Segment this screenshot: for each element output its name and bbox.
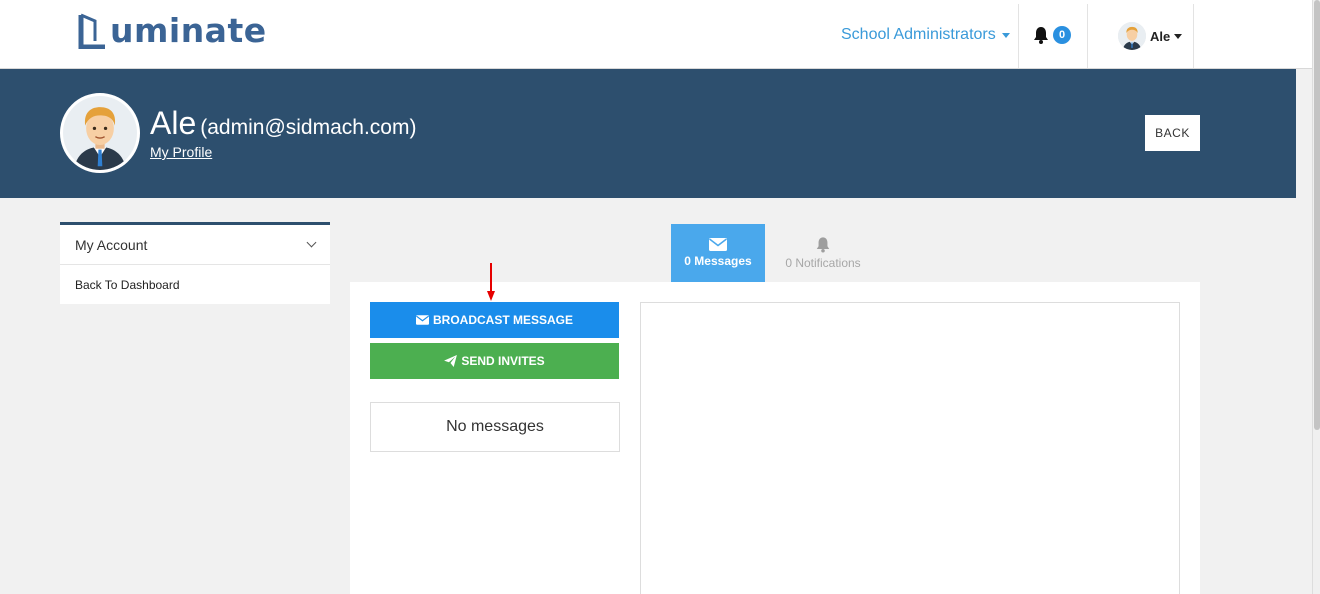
nav-divider [1193,4,1194,68]
page-scrollbar[interactable] [1312,0,1320,594]
sidebar-item-label: Back To Dashboard [75,277,180,292]
profile-email: (admin@sidmach.com) [200,116,417,139]
back-button[interactable]: BACK [1145,115,1200,151]
role-dropdown[interactable]: School Administrators [841,26,1010,44]
send-invites-label: SEND INVITES [461,354,545,368]
logo-mark-icon [78,13,105,49]
caret-down-icon [1174,33,1183,39]
tab-notifications[interactable]: 0 Notifications [776,224,870,282]
chevron-down-icon [306,237,317,248]
profile-avatar [60,93,140,173]
caret-down-icon [1001,32,1010,38]
nav-divider [1018,4,1019,68]
profile-name: Ale [150,105,197,141]
tab-messages-label: 0 Messages [684,254,752,268]
broadcast-message-label: BROADCAST MESSAGE [432,313,573,327]
empty-messages-notice: No messages [370,402,620,452]
notification-count-badge: 0 [1053,26,1071,44]
avatar [1118,22,1146,50]
bell-icon [816,237,830,253]
tab-notifications-label: 0 Notifications [785,256,861,270]
scrollbar-thumb[interactable] [1314,0,1320,430]
profile-heading: Ale (admin@sidmach.com) [150,105,416,142]
notifications-button[interactable]: 0 [1032,26,1071,44]
my-account-toggle[interactable]: My Account [60,225,330,265]
envelope-icon [415,315,429,325]
sidebar-header-label: My Account [75,236,148,253]
user-menu-name: Ale [1150,28,1171,44]
envelope-icon [709,238,727,251]
role-dropdown-label: School Administrators [841,26,996,43]
user-menu[interactable]: Ale [1118,22,1183,50]
tab-messages[interactable]: 0 Messages [671,224,765,282]
broadcast-message-button[interactable]: BROADCAST MESSAGE [370,302,619,338]
brand-logo[interactable]: uminate [78,8,267,52]
sidebar-item-back-to-dashboard[interactable]: Back To Dashboard [60,265,330,304]
nav-divider [1087,4,1088,68]
send-invites-button[interactable]: SEND INVITES [370,343,619,379]
paper-plane-icon [444,355,458,367]
my-profile-link[interactable]: My Profile [150,144,212,160]
message-detail-pane [640,302,1180,594]
profile-banner: Ale (admin@sidmach.com) My Profile BACK [0,69,1296,198]
account-sidebar: My Account Back To Dashboard [60,222,330,304]
annotation-arrow-icon [487,263,495,301]
top-navbar: uminate School Administrators 0 Ale [0,0,1312,69]
messages-panel: BROADCAST MESSAGE SEND INVITES No messag… [350,282,1200,594]
bell-icon [1034,27,1048,44]
brand-name: uminate [110,10,267,50]
empty-messages-text: No messages [446,418,544,435]
